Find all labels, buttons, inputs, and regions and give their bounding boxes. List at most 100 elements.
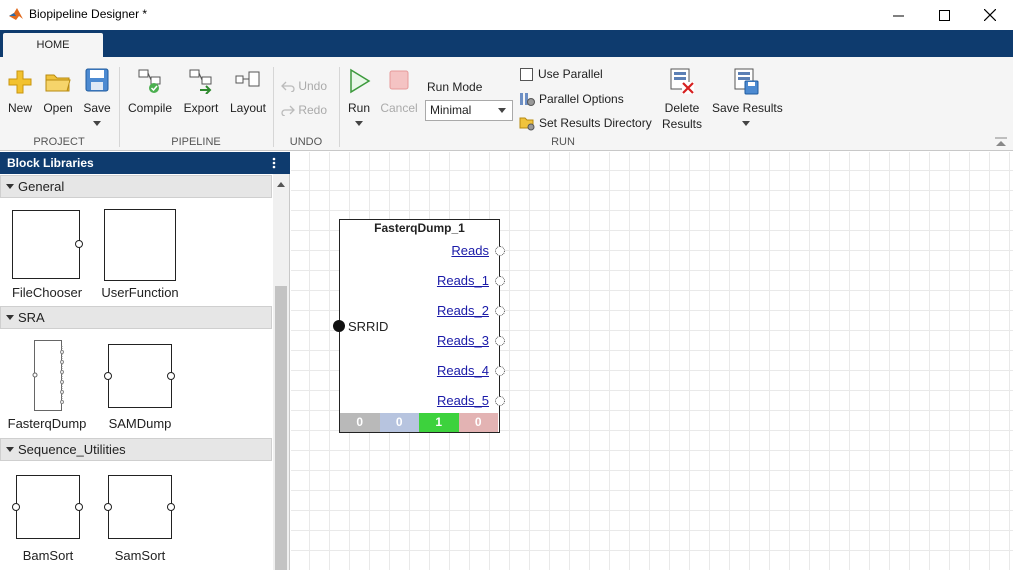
collapse-ribbon-icon[interactable] [995, 137, 1007, 147]
output-port [75, 240, 83, 248]
run-button[interactable]: Run [343, 65, 375, 135]
block-shape [12, 210, 80, 279]
block-ports-icon [32, 346, 64, 404]
output-port[interactable] [495, 246, 505, 256]
block-libraries-header: Block Libraries [0, 152, 290, 174]
open-button[interactable]: Open [41, 65, 75, 125]
output-port[interactable] [495, 306, 505, 316]
redo-icon [281, 105, 295, 117]
export-icon [189, 69, 212, 94]
floppy-disk-icon [85, 68, 109, 92]
block-libraries-panel: Block Libraries General FileChooser User… [0, 152, 290, 570]
status-count: 0 [458, 413, 498, 432]
layout-icon [235, 71, 260, 87]
panel-title: Block Libraries [7, 156, 94, 170]
matlab-logo-icon [9, 8, 23, 20]
close-button[interactable] [967, 0, 1013, 30]
folder-settings-icon [519, 117, 535, 131]
undo-icon [281, 81, 295, 93]
output-port [167, 503, 175, 511]
block-title: FasterqDump_1 [374, 221, 465, 235]
expand-triangle-icon [6, 184, 14, 189]
compile-button[interactable]: Compile [126, 65, 174, 125]
group-label-undo: UNDO [289, 136, 323, 148]
status-count: 0 [379, 413, 419, 432]
redo-button[interactable]: Redo [281, 103, 327, 117]
input-port [104, 372, 112, 380]
scrollbar-thumb[interactable] [275, 286, 287, 570]
export-button[interactable]: Export [179, 65, 223, 125]
group-separator [339, 67, 340, 147]
group-separator [273, 67, 274, 147]
pipeline-block-fasterqdump[interactable]: FasterqDump_1 SRRID Reads Reads_1 Reads_… [333, 219, 505, 433]
new-button[interactable]: New [4, 65, 36, 125]
group-label-project: PROJECT [33, 136, 85, 148]
set-results-directory-button[interactable]: Set Results Directory [519, 115, 652, 131]
minimize-icon [892, 15, 904, 16]
output-port[interactable] [495, 276, 505, 286]
output-port[interactable] [495, 366, 505, 376]
output-port[interactable] [495, 396, 505, 406]
layout-button[interactable]: Layout [227, 65, 269, 125]
output-port-label[interactable]: Reads [451, 243, 489, 258]
category-general[interactable]: General [0, 175, 272, 198]
input-port-label: SRRID [348, 319, 389, 334]
status-count: 1 [419, 413, 459, 432]
scroll-up-icon[interactable] [277, 182, 285, 187]
block-status-bar: 0 0 1 0 [340, 413, 498, 432]
parallel-options-button[interactable]: Parallel Options [519, 91, 624, 107]
input-port[interactable] [333, 320, 345, 332]
output-port [75, 503, 83, 511]
checkbox-box[interactable] [520, 68, 533, 81]
tab-home[interactable]: HOME [3, 33, 103, 57]
plus-icon [8, 70, 32, 94]
category-sequence-utilities[interactable]: Sequence_Utilities [0, 438, 272, 461]
minimize-button[interactable] [875, 0, 921, 30]
undo-button[interactable]: Undo [281, 79, 327, 93]
folder-icon [45, 74, 71, 92]
save-button[interactable]: Save [82, 65, 112, 135]
chevron-down-icon [498, 108, 506, 113]
input-port [12, 503, 20, 511]
delete-results-button[interactable]: Delete Results [660, 65, 704, 135]
close-icon [984, 9, 996, 21]
maximize-button[interactable] [921, 0, 967, 30]
chevron-down-icon [742, 121, 750, 126]
use-parallel-checkbox[interactable]: Use Parallel [520, 67, 603, 81]
expand-triangle-icon [6, 447, 14, 452]
sidebar-scrollbar[interactable] [273, 174, 289, 570]
stop-icon [389, 70, 409, 90]
chevron-down-icon [355, 121, 363, 126]
group-label-pipeline: PIPELINE [171, 136, 221, 148]
group-label-run: RUN [551, 136, 575, 148]
run-mode-label: Run Mode [427, 80, 483, 94]
cancel-button[interactable]: Cancel [380, 65, 418, 125]
status-count: 0 [340, 413, 380, 432]
window-title: Biopipeline Designer * [29, 7, 148, 21]
save-results-button[interactable]: Save Results [712, 65, 783, 135]
output-port-label[interactable]: Reads_1 [437, 273, 489, 288]
parallel-options-icon [520, 93, 535, 106]
group-separator [119, 67, 120, 147]
compile-icon [138, 69, 161, 93]
category-sra[interactable]: SRA [0, 306, 272, 329]
output-port-label[interactable]: Reads_2 [437, 303, 489, 318]
output-port-label[interactable]: Reads_5 [437, 393, 489, 408]
block-shape [108, 475, 172, 539]
play-icon [350, 68, 371, 94]
run-mode-select[interactable]: Minimal [425, 100, 513, 121]
output-port [167, 372, 175, 380]
maximize-icon [938, 9, 950, 21]
ribbon: New Open Save PROJECT Compile Export Lay… [0, 57, 1013, 151]
title-bar: Biopipeline Designer * [0, 0, 1013, 30]
more-options-icon[interactable] [272, 157, 276, 169]
delete-results-icon [670, 68, 694, 94]
block-shape [108, 344, 172, 408]
output-port-label[interactable]: Reads_3 [437, 333, 489, 348]
output-port[interactable] [495, 336, 505, 346]
ribbon-tab-bar: HOME [0, 30, 1013, 57]
block-shape [16, 475, 80, 539]
expand-triangle-icon [6, 315, 14, 320]
chevron-down-icon [93, 121, 101, 126]
output-port-label[interactable]: Reads_4 [437, 363, 489, 378]
